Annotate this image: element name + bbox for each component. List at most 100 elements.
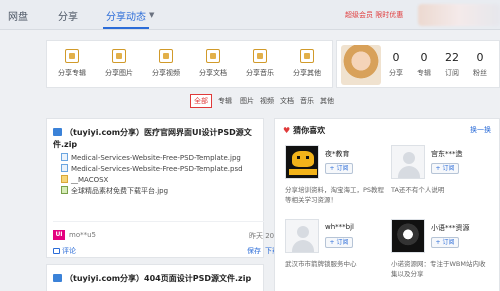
stat-value: 22 <box>445 51 459 64</box>
category-label: 分享音乐 <box>246 69 274 77</box>
post-title[interactable]: （tuyiyi.com分享）404页面设计PSD源文件.zip <box>53 273 267 284</box>
ui-logo-icon: UI <box>53 230 65 240</box>
tiger-logo-icon <box>292 151 314 167</box>
comment-button[interactable]: 评论 <box>53 246 76 256</box>
recommend-username[interactable]: 夜*教育 <box>325 149 350 159</box>
recommend-title: ♥ 猜你喜欢 <box>283 125 325 136</box>
subscribe-button[interactable]: + 订阅 <box>325 163 353 174</box>
stat-label: 专辑 <box>417 69 431 77</box>
heart-icon: ♥ <box>283 126 291 135</box>
file-name: Medical-Services-Website-Free-PSD-Templa… <box>71 154 241 162</box>
image-file-icon <box>53 274 62 282</box>
user-thumbnail[interactable] <box>391 219 425 253</box>
comment-icon <box>53 248 60 254</box>
share-category-bar: 分享专辑 分享图片 分享视频 分享文档 分享音乐 分享其他 <box>46 40 333 88</box>
user-placeholder-icon[interactable] <box>391 145 425 179</box>
file-item[interactable]: __MACOSX <box>61 175 243 186</box>
recommend-username[interactable]: 宫东***造 <box>431 149 463 159</box>
share-other-button[interactable]: 分享其他 <box>284 45 330 85</box>
filter-video[interactable]: 视频 <box>260 96 274 106</box>
image-file-icon <box>61 186 68 194</box>
share-post-card: （tuyiyi.com分享）404页面设计PSD源文件.zip <box>46 264 264 291</box>
file-list: Medical-Services-Website-Free-PSD-Templa… <box>61 153 243 197</box>
subscribe-button[interactable]: + 订阅 <box>431 163 459 174</box>
category-label: 分享专辑 <box>58 69 86 77</box>
subscribe-button[interactable]: + 订阅 <box>325 237 353 248</box>
post-title-text: （tuyiyi.com分享）404页面设计PSD源文件.zip <box>65 274 252 283</box>
share-video-button[interactable]: 分享视频 <box>143 45 189 85</box>
more-icon <box>300 49 314 63</box>
recommend-description: 武汉市市箭牌锁服务中心 <box>285 260 357 268</box>
file-item[interactable]: 全球精品素材免费下载平台.jpg <box>61 186 243 197</box>
subscribe-button[interactable]: + 订阅 <box>431 237 459 248</box>
comment-label: 评论 <box>62 247 76 255</box>
album-icon <box>65 49 79 63</box>
category-label: 分享视频 <box>152 69 180 77</box>
share-music-button[interactable]: 分享音乐 <box>237 45 283 85</box>
file-name: Medical-Services-Website-Free-PSD-Templa… <box>71 165 243 173</box>
category-label: 分享文档 <box>199 69 227 77</box>
share-image-button[interactable]: 分享图片 <box>96 45 142 85</box>
recommend-user: wh***bjl + 订阅 武汉市市箭牌锁服务中心 <box>285 219 389 291</box>
avatar[interactable] <box>341 45 381 85</box>
recommend-user: 夜*教育 + 订阅 分享培训资料，淘宝海工，PS教程等相关学习资源！ <box>285 145 389 223</box>
filter-other[interactable]: 其他 <box>320 96 334 106</box>
recommend-user: 小语***资源 + 订阅 小诺资源网：专注于WBM站内收集以及分享 <box>391 219 495 291</box>
stat-label: 订阅 <box>445 69 459 77</box>
file-name: 全球精品素材免费下载平台.jpg <box>71 187 169 195</box>
recommend-username[interactable]: 小语***资源 <box>431 223 470 233</box>
stat-value: 0 <box>392 51 400 64</box>
filter-music[interactable]: 音乐 <box>300 96 314 106</box>
recommend-description: 小诺资源网：专注于WBM站内收集以及分享 <box>391 260 486 278</box>
filter-image[interactable]: 图片 <box>240 96 254 106</box>
file-name: __MACOSX <box>71 176 109 184</box>
recommend-username[interactable]: wh***bjl <box>325 223 354 231</box>
folder-icon <box>61 175 68 183</box>
stat-albums[interactable]: 0 专辑 <box>413 51 435 78</box>
image-icon <box>112 49 126 63</box>
stat-label: 分享 <box>389 69 403 77</box>
profile-card: 0 分享 0 专辑 22 订阅 0 粉丝 <box>336 40 500 88</box>
image-file-icon <box>53 128 62 136</box>
recommend-panel: ♥ 猜你喜欢 换一换 夜*教育 + 订阅 分享培训资料，淘宝海工，PS教程等相关学… <box>274 118 500 291</box>
post-title-text: （tuyiyi.com分享）医疗官网界面UI设计PSD源文件.zip <box>53 128 252 149</box>
top-nav: 网盘 分享 分享动态 ▼ 超级会员 限时优惠 <box>0 0 500 30</box>
video-icon <box>159 49 173 63</box>
refresh-recommend-link[interactable]: 换一换 <box>470 125 491 135</box>
logo-banner <box>289 169 317 175</box>
recommend-title-text: 猜你喜欢 <box>293 126 326 135</box>
chevron-down-icon[interactable]: ▼ <box>149 11 154 19</box>
share-document-button[interactable]: 分享文档 <box>190 45 236 85</box>
category-label: 分享其他 <box>293 69 321 77</box>
document-icon <box>206 49 220 63</box>
stat-followers[interactable]: 0 粉丝 <box>469 51 491 78</box>
stat-label: 粉丝 <box>473 69 487 77</box>
active-tab-indicator <box>103 27 149 29</box>
file-item[interactable]: Medical-Services-Website-Free-PSD-Templa… <box>61 153 243 164</box>
user-placeholder-icon[interactable] <box>285 219 319 253</box>
file-item[interactable]: Medical-Services-Website-Free-PSD-Templa… <box>61 164 243 175</box>
share-album-button[interactable]: 分享专辑 <box>49 45 95 85</box>
filter-album[interactable]: 专辑 <box>218 96 232 106</box>
author-name[interactable]: mo**u5 <box>69 231 96 239</box>
stat-subscriptions[interactable]: 22 订阅 <box>441 51 463 78</box>
vip-promo-link[interactable]: 超级会员 限时优惠 <box>345 10 403 20</box>
nav-item-share[interactable]: 分享 <box>58 8 78 23</box>
image-file-icon <box>61 153 68 161</box>
user-thumbnail[interactable] <box>285 145 319 179</box>
recommend-description: TA还不有个人说明 <box>391 186 445 194</box>
post-title[interactable]: （tuyiyi.com分享）医疗官网界面UI设计PSD源文件.zip <box>53 127 267 151</box>
recommend-user: 宫东***造 + 订阅 TA还不有个人说明 <box>391 145 495 223</box>
nav-item-netdisk[interactable]: 网盘 <box>8 8 28 23</box>
save-button[interactable]: 保存 <box>247 247 261 255</box>
nav-item-share-feed[interactable]: 分享动态 <box>106 8 146 23</box>
post-meta: UI mo**u5 昨天 20:58 评论 保存下载详情 <box>53 221 303 257</box>
stat-value: 0 <box>476 51 484 64</box>
filter-document[interactable]: 文档 <box>280 96 294 106</box>
share-post-card: （tuyiyi.com分享）医疗官网界面UI设计PSD源文件.zip Medic… <box>46 118 303 258</box>
recommend-description: 分享培训资料，淘宝海工，PS教程等相关学习资源！ <box>285 186 385 204</box>
stat-shares[interactable]: 0 分享 <box>385 51 407 78</box>
stat-value: 0 <box>420 51 428 64</box>
filter-all[interactable]: 全部 <box>190 94 212 108</box>
user-menu-blurred[interactable] <box>418 4 500 26</box>
